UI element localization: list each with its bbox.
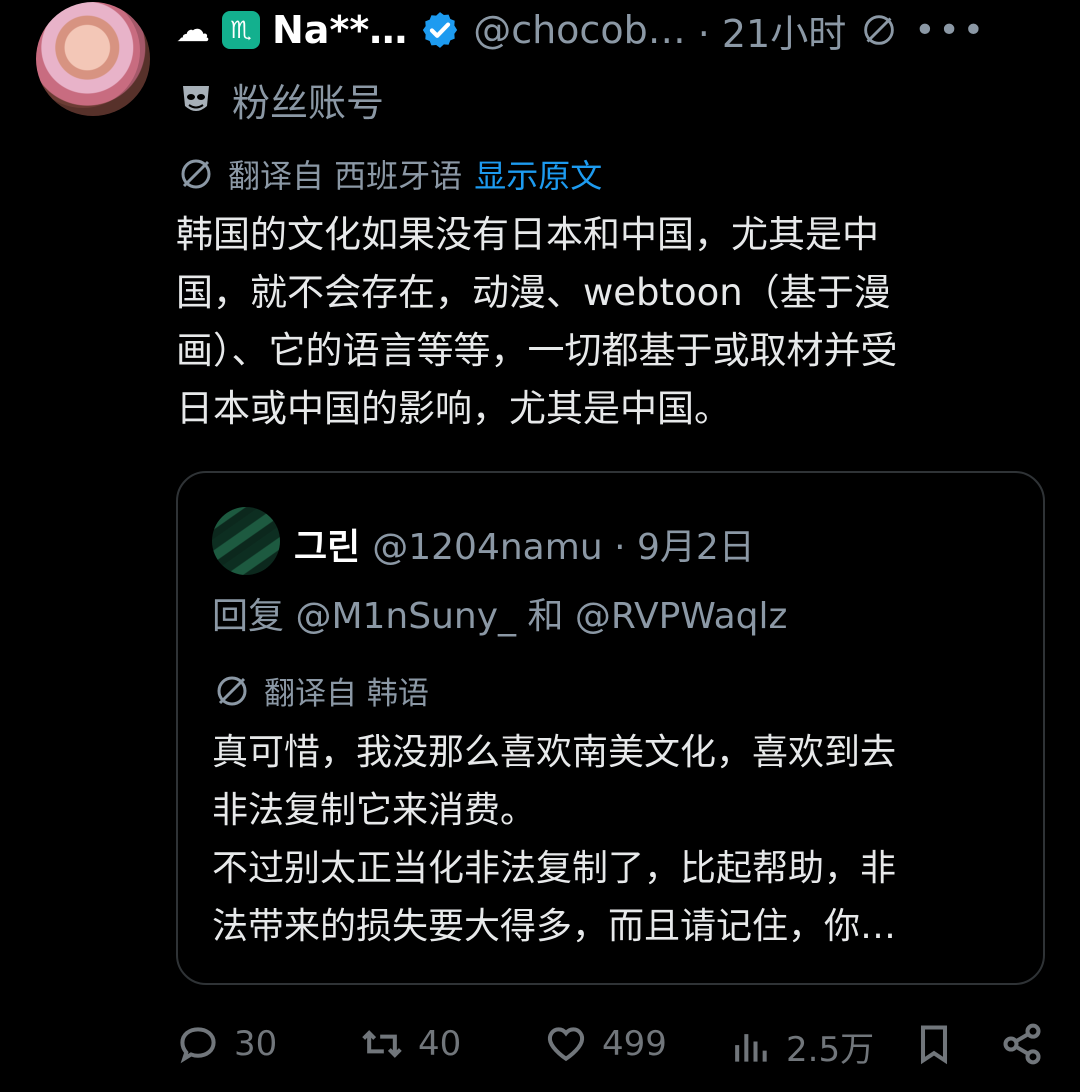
retweet-icon[interactable] (360, 1022, 404, 1066)
translate-icon (181, 159, 211, 189)
fan-account-label: 粉丝账号 (176, 72, 384, 127)
bookmark-button[interactable] (912, 1022, 956, 1066)
translated-from: 翻译自 西班牙语 (228, 157, 463, 195)
quoted-author-avatar[interactable] (212, 507, 280, 575)
more-icon[interactable]: ••• (914, 10, 987, 51)
views-button[interactable]: 2.5万 (728, 1022, 874, 1071)
translation-row: 翻译自 西班牙语 显示原文 (176, 151, 602, 197)
translate-icon[interactable] (858, 9, 900, 51)
author-handle[interactable]: @chocob… (473, 8, 686, 52)
tweet-time-text[interactable]: 21小时 (722, 12, 846, 56)
share-button[interactable] (1000, 1022, 1044, 1066)
mask-icon (183, 85, 209, 111)
tweet-actions: 30 40 499 2.5万 (176, 1022, 1044, 1080)
scorpio-icon: ♏ (222, 11, 260, 49)
translate-icon (217, 676, 247, 705)
like-button[interactable]: 499 (544, 1022, 667, 1066)
quoted-tweet-card[interactable]: 그린 @1204namu · 9月2日 回复 @M1nSuny_ 和 @RVPW… (176, 471, 1045, 985)
quoted-author-name[interactable]: 그린 (294, 518, 360, 570)
fan-account-text: 粉丝账号 (232, 81, 385, 125)
cloud-icon: ☁ (176, 10, 210, 50)
heart-icon[interactable] (544, 1022, 588, 1066)
tweet-time[interactable]: · 21小时 (698, 3, 847, 58)
tweet-header: ☁ ♏ Na**… @chocob… · 21小时 ••• (176, 6, 987, 56)
quoted-author-handle-date[interactable]: @1204namu · 9月2日 (372, 518, 755, 570)
reply-count: 30 (234, 1024, 278, 1064)
quoted-tweet-text: 真可惜，我没那么喜欢南美文化，喜欢到去 非法复制它来消费。 不过别太正当化非法复… (212, 732, 897, 947)
share-icon[interactable] (1000, 1022, 1044, 1066)
reply-button[interactable]: 30 (176, 1022, 277, 1066)
view-count: 2.5万 (786, 1030, 875, 1070)
show-original-link[interactable]: 显示原文 (474, 151, 602, 197)
author-name[interactable]: Na**… (272, 8, 407, 52)
like-count: 499 (602, 1024, 667, 1064)
quoted-reply-to[interactable]: 回复 @M1nSuny_ 和 @RVPWaqlz (212, 587, 787, 639)
reply-icon[interactable] (176, 1022, 220, 1066)
bookmark-icon[interactable] (912, 1022, 956, 1066)
quoted-translation-row: 翻译自 韩语 (212, 668, 429, 713)
tweet-text: 韩国的文化如果没有日本和中国，尤其是中 国，就不会存在，动漫、webtoon（基… (176, 213, 898, 430)
retweet-count: 40 (418, 1024, 462, 1064)
author-avatar[interactable] (36, 2, 150, 116)
bar-chart-icon[interactable] (728, 1025, 772, 1069)
retweet-button[interactable]: 40 (360, 1022, 461, 1066)
verified-badge-icon (423, 12, 458, 48)
quoted-tweet-header: 그린 @1204namu · 9月2日 (294, 518, 755, 570)
quoted-translated-from: 翻译自 韩语 (264, 676, 429, 712)
